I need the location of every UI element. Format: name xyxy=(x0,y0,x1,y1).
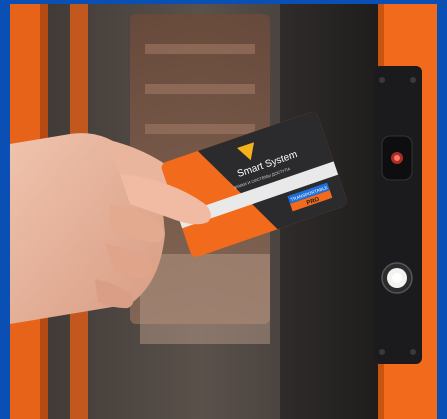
panel-screw-icon xyxy=(410,77,416,83)
panel-screw-icon xyxy=(379,349,385,355)
door-button-glow xyxy=(392,273,402,283)
brick-row xyxy=(145,124,255,134)
brick-row xyxy=(145,84,255,94)
photo-scene: Smart System ЗАМКИ И СИСТЕМЫ ДОСТУПА TRA… xyxy=(10,4,437,419)
window-lower xyxy=(140,254,270,344)
blue-border-frame: Smart System ЗАМКИ И СИСТЕМЫ ДОСТУПА TRA… xyxy=(0,0,447,419)
access-panel xyxy=(374,66,422,364)
photo: Smart System ЗАМКИ И СИСТЕМЫ ДОСТУПА TRA… xyxy=(10,4,437,419)
panel-screw-icon xyxy=(379,77,385,83)
brick-row xyxy=(145,44,255,54)
reader-indicator-glow xyxy=(394,155,400,161)
panel-screw-icon xyxy=(410,349,416,355)
